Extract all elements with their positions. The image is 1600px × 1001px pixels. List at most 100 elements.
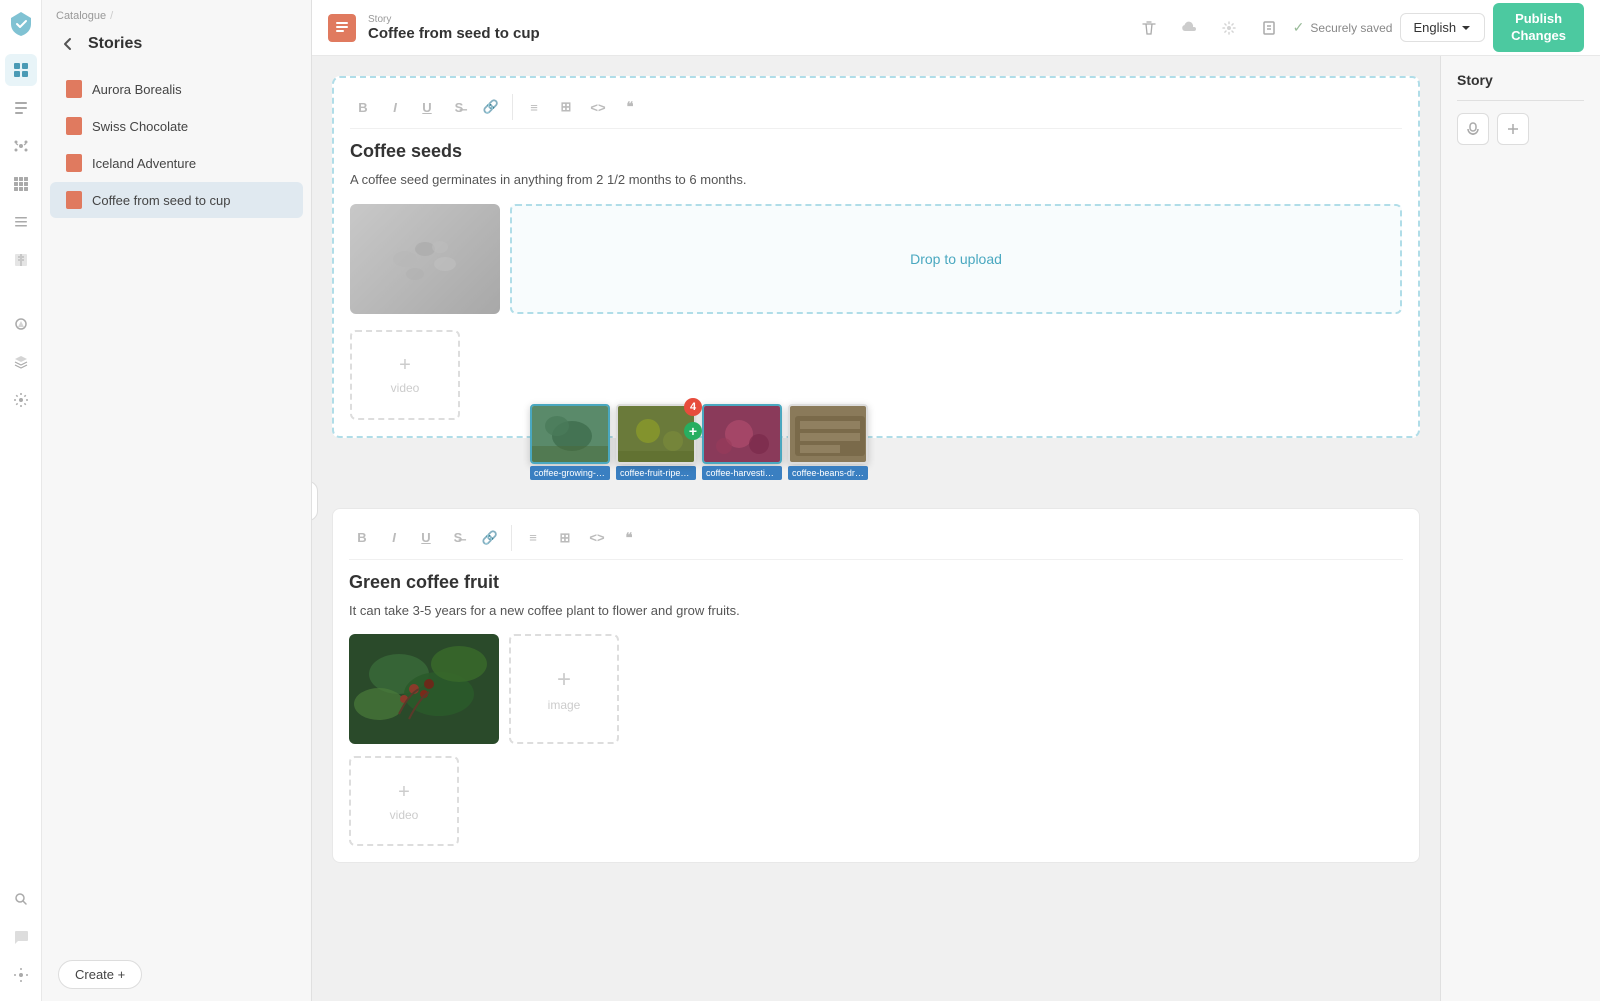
thumb-plus-badge: + bbox=[684, 422, 702, 440]
nav-bottom-settings[interactable] bbox=[5, 959, 37, 991]
thumb-4: coffee-beans-drying.jpg bbox=[788, 404, 868, 480]
toolbar2-list[interactable]: ≡ bbox=[520, 525, 546, 551]
thumb-2-wrapper: + 4 bbox=[616, 404, 696, 464]
story-icon-coffee bbox=[66, 191, 82, 209]
block-1-title: Coffee seeds bbox=[350, 141, 1402, 162]
thumb-label-1: coffee-growing-twice-a-...vest.jpg bbox=[530, 466, 610, 480]
block-2-main-image[interactable] bbox=[349, 634, 499, 744]
sidebar-item-aurora[interactable]: Aurora Borealis bbox=[50, 71, 303, 107]
sidebar-title-row: Stories bbox=[42, 28, 311, 66]
publish-line1: Publish bbox=[1515, 11, 1562, 26]
publish-line2: Changes bbox=[1511, 28, 1566, 43]
story-icon-swiss bbox=[66, 117, 82, 135]
video-placeholder-2[interactable]: + video bbox=[349, 756, 459, 846]
delete-button[interactable] bbox=[1133, 12, 1165, 44]
toolbar2-strikethrough[interactable]: S̶ bbox=[445, 525, 471, 551]
story-label-group: Story Coffee from seed to cup bbox=[368, 14, 540, 42]
collapse-handle[interactable] bbox=[312, 481, 318, 521]
toolbar-strikethrough[interactable]: S̶ bbox=[446, 94, 472, 120]
create-button[interactable]: Create + bbox=[58, 960, 142, 989]
cloud-button[interactable] bbox=[1173, 12, 1205, 44]
panel-mic-button[interactable] bbox=[1457, 113, 1489, 145]
nav-grid[interactable] bbox=[5, 168, 37, 200]
story-type-label: Story bbox=[368, 14, 540, 25]
story-panel: Story bbox=[1440, 56, 1600, 1001]
toolbar2-italic[interactable]: I bbox=[381, 525, 407, 551]
editor-block-1: B I U S̶ 🔗 ≡ ⊞ <> ❝ Coffee seeds A coffe… bbox=[332, 76, 1420, 438]
toolbar-list[interactable]: ≡ bbox=[521, 94, 547, 120]
settings-button[interactable] bbox=[1213, 12, 1245, 44]
toolbar-1: B I U S̶ 🔗 ≡ ⊞ <> ❝ bbox=[350, 94, 1402, 129]
nav-pages[interactable] bbox=[5, 92, 37, 124]
toolbar-bold[interactable]: B bbox=[350, 94, 376, 120]
add-image-icon: + bbox=[557, 666, 571, 694]
sidebar-list: Aurora Borealis Swiss Chocolate Iceland … bbox=[42, 66, 311, 948]
nav-shapes[interactable] bbox=[5, 308, 37, 340]
nav-search[interactable] bbox=[5, 883, 37, 915]
panel-actions bbox=[1457, 113, 1584, 145]
add-image-label: image bbox=[548, 698, 581, 712]
toolbar2-grid[interactable]: ⊞ bbox=[552, 525, 578, 551]
thumb-count-badge: 4 bbox=[684, 398, 702, 416]
sidebar-item-label-coffee: Coffee from seed to cup bbox=[92, 193, 231, 208]
nav-layers[interactable] bbox=[5, 346, 37, 378]
editor-area: B I U S̶ 🔗 ≡ ⊞ <> ❝ Coffee seeds A coffe… bbox=[312, 56, 1440, 1001]
saved-status: ✓ Securely saved bbox=[1293, 19, 1393, 36]
sidebar-item-swiss[interactable]: Swiss Chocolate bbox=[50, 108, 303, 144]
block-2-media: + image bbox=[349, 634, 1403, 744]
thumb-label-2: coffee-fruit-ripening.jpg bbox=[616, 466, 696, 480]
editor-block-2: B I U S̶ 🔗 ≡ ⊞ <> ❝ Green coffee fruit I… bbox=[332, 508, 1420, 864]
content-area: B I U S̶ 🔗 ≡ ⊞ <> ❝ Coffee seeds A coffe… bbox=[312, 56, 1600, 1001]
video2-plus-icon: + bbox=[398, 781, 410, 804]
toolbar-quote[interactable]: ❝ bbox=[617, 94, 643, 120]
nav-chat[interactable] bbox=[5, 921, 37, 953]
thumb-1: coffee-growing-twice-a-...vest.jpg bbox=[530, 404, 610, 480]
sidebar-item-coffee[interactable]: Coffee from seed to cup bbox=[50, 182, 303, 218]
icon-bar bbox=[0, 0, 42, 1001]
toolbar-link[interactable]: 🔗 bbox=[478, 94, 504, 120]
toolbar-grid[interactable]: ⊞ bbox=[553, 94, 579, 120]
add-image-placeholder[interactable]: + image bbox=[509, 634, 619, 744]
sidebar-item-iceland[interactable]: Iceland Adventure bbox=[50, 145, 303, 181]
sidebar: Catalogue / Stories Aurora Borealis Swis… bbox=[42, 0, 312, 1001]
block-1-media-area: Drop to upload bbox=[350, 204, 1402, 314]
drop-zone-1[interactable]: Drop to upload bbox=[510, 204, 1402, 314]
toolbar-italic[interactable]: I bbox=[382, 94, 408, 120]
language-selector[interactable]: English bbox=[1400, 13, 1485, 42]
toolbar-code[interactable]: <> bbox=[585, 94, 611, 120]
toolbar2-link[interactable]: 🔗 bbox=[477, 525, 503, 551]
main-area: Story Coffee from seed to cup bbox=[312, 0, 1600, 1001]
toolbar2-bold[interactable]: B bbox=[349, 525, 375, 551]
panel-add-button[interactable] bbox=[1497, 113, 1529, 145]
video-placeholder-1[interactable]: + video bbox=[350, 330, 460, 420]
block-1-media: Drop to upload bbox=[350, 204, 1402, 420]
thumb-2: + 4 coffee-fruit-ripening.jpg bbox=[616, 404, 696, 480]
saved-text: Securely saved bbox=[1310, 21, 1392, 35]
toolbar-underline[interactable]: U bbox=[414, 94, 440, 120]
nav-settings[interactable] bbox=[5, 384, 37, 416]
saved-icon: ✓ bbox=[1293, 19, 1305, 36]
back-button[interactable] bbox=[56, 32, 80, 56]
story-icon-iceland bbox=[66, 154, 82, 172]
language-label: English bbox=[1413, 20, 1456, 35]
video-label: video bbox=[391, 381, 420, 395]
block-1-description: A coffee seed germinates in anything fro… bbox=[350, 170, 1402, 190]
nav-list[interactable] bbox=[5, 206, 37, 238]
story-icon-aurora bbox=[66, 80, 82, 98]
sidebar-item-label-iceland: Iceland Adventure bbox=[92, 156, 196, 171]
story-type-icon bbox=[328, 14, 356, 42]
thumb-label-3: coffee-harvesting.jpg bbox=[702, 466, 782, 480]
sidebar-footer: Create + bbox=[42, 948, 311, 1001]
toolbar2-underline[interactable]: U bbox=[413, 525, 439, 551]
toolbar2-quote[interactable]: ❝ bbox=[616, 525, 642, 551]
toolbar2-code[interactable]: <> bbox=[584, 525, 610, 551]
block-1-image[interactable] bbox=[350, 204, 500, 314]
nav-network[interactable] bbox=[5, 130, 37, 162]
sidebar-item-label-aurora: Aurora Borealis bbox=[92, 82, 182, 97]
thumb-label-4: coffee-beans-drying.jpg bbox=[788, 466, 868, 480]
panel-divider bbox=[1457, 100, 1584, 101]
nav-book[interactable] bbox=[5, 244, 37, 276]
publish-button[interactable]: Publish Changes bbox=[1493, 3, 1584, 53]
document-button[interactable] bbox=[1253, 12, 1285, 44]
nav-catalogue[interactable] bbox=[5, 54, 37, 86]
